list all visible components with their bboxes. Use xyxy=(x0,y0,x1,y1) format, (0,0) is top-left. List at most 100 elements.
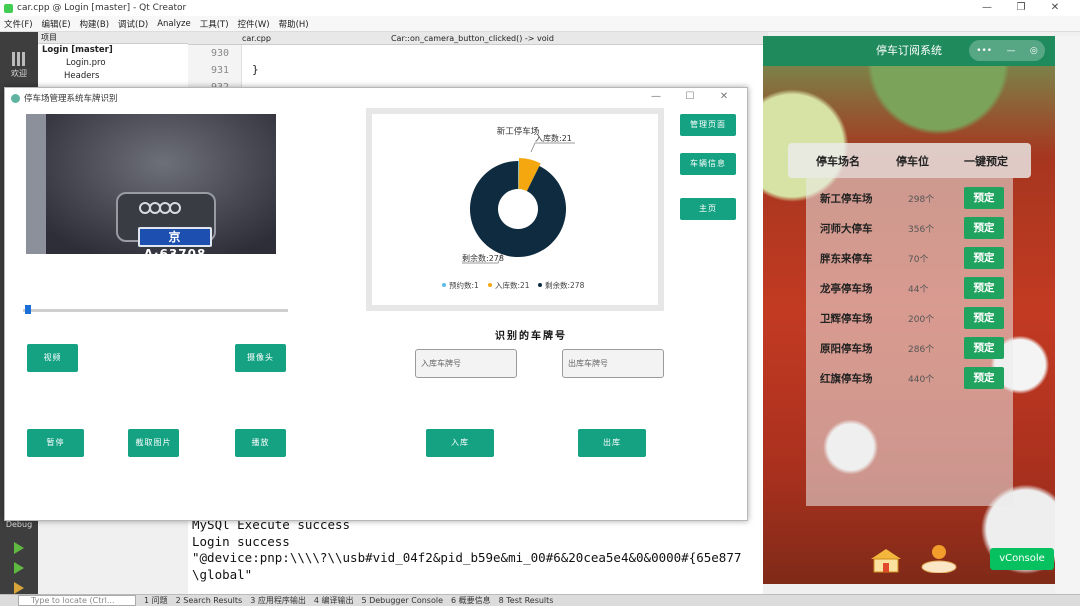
list-item: 龙亭停车场 44个 预定 xyxy=(806,276,1013,300)
pause-button[interactable]: 暂停 xyxy=(27,429,84,457)
locate-input[interactable]: Type to locate (Ctrl... xyxy=(18,595,136,606)
car-rings-logo xyxy=(139,202,191,216)
reserve-button[interactable]: 预定 xyxy=(964,367,1004,389)
pane-debugger-console[interactable]: 5 Debugger Console xyxy=(361,596,443,605)
enter-plate-input[interactable]: 入库车牌号 xyxy=(415,349,517,378)
menu-debug[interactable]: 调试(D) xyxy=(118,18,148,30)
tree-item-login[interactable]: Login [master] xyxy=(38,44,188,57)
pane-compile-output[interactable]: 4 编译输出 xyxy=(314,595,354,606)
camera-button[interactable]: 摄像头 xyxy=(235,344,286,372)
maximize-button[interactable]: ❐ xyxy=(1004,0,1038,16)
callout-label-remaining: 剩余数:278 xyxy=(462,253,504,263)
reserve-button[interactable]: 预定 xyxy=(964,247,1004,269)
lot-name: 胖东来停车 xyxy=(820,252,873,265)
menu-build[interactable]: 构建(B) xyxy=(80,18,109,30)
home-tab-icon[interactable] xyxy=(869,547,903,573)
build-hammer-icon[interactable] xyxy=(14,582,24,594)
legend-swatch xyxy=(442,283,446,287)
list-item: 新工停车场 298个 预定 xyxy=(806,186,1013,210)
parking-donut-chart: 新工停车场 入库数:21 剩余数:278 预约数:1 入库数:21 剩余数:278 xyxy=(442,126,585,290)
minimize-icon[interactable]: — xyxy=(1007,36,1016,66)
menu-analyze[interactable]: Analyze xyxy=(157,19,191,29)
status-bar: Type to locate (Ctrl... 1 问题 2 Search Re… xyxy=(0,594,1080,606)
manage-page-button[interactable]: 管理页面 xyxy=(680,114,736,136)
dialog-close-button[interactable]: ✕ xyxy=(707,91,741,102)
slider-handle[interactable] xyxy=(24,305,31,314)
profile-tab-icon[interactable] xyxy=(921,543,957,573)
menu-help[interactable]: 帮助(H) xyxy=(279,18,309,30)
menu-edit[interactable]: 编辑(E) xyxy=(42,18,71,30)
reserve-button[interactable]: 预定 xyxy=(964,187,1004,209)
dialog-minimize-button[interactable]: — xyxy=(639,91,673,102)
vconsole-button[interactable]: vConsole xyxy=(990,548,1054,570)
home-button[interactable]: 主页 xyxy=(680,198,736,220)
enter-garage-button[interactable]: 入库 xyxy=(426,429,494,457)
vehicle-info-button[interactable]: 车辆信息 xyxy=(680,153,736,175)
reserve-button[interactable]: 预定 xyxy=(964,307,1004,329)
tree-item-headers[interactable]: Headers xyxy=(38,70,188,83)
line-number: 931 xyxy=(210,65,229,76)
run-icon[interactable] xyxy=(14,542,24,554)
car-image-background xyxy=(26,114,46,254)
list-item: 卫辉停车场 200个 预定 xyxy=(806,306,1013,330)
mode-welcome-label[interactable]: 欢迎 xyxy=(0,68,38,79)
dialog-app-icon xyxy=(11,93,20,103)
pane-app-output[interactable]: 3 应用程序输出 xyxy=(250,595,306,606)
file-tab[interactable]: car.cpp xyxy=(242,32,271,44)
reserve-button[interactable]: 预定 xyxy=(964,217,1004,239)
chart-title: 新工停车场 xyxy=(497,126,540,137)
parking-subscription-phone: 停车订阅系统 ••• — ◎ 停车场名 停车位 一键预定 新工停车场 298个 … xyxy=(763,36,1055,584)
welcome-grid-icon[interactable] xyxy=(12,52,26,66)
lot-spaces: 440个 xyxy=(908,374,935,385)
qt-app-icon xyxy=(4,3,13,13)
parking-table-header: 停车场名 停车位 一键预定 xyxy=(788,143,1031,178)
close-button[interactable]: ✕ xyxy=(1038,0,1072,16)
chart-panel: 新工停车场 入库数:21 剩余数:278 预约数:1 入库数:21 剩余数:278 xyxy=(372,114,658,305)
exit-plate-input[interactable]: 出库车牌号 xyxy=(562,349,664,378)
dialog-title: 停车场管理系统车牌识别 xyxy=(24,94,118,104)
menu-widgets[interactable]: 控件(W) xyxy=(238,18,270,30)
mini-program-capsule: ••• — ◎ xyxy=(969,40,1045,61)
more-icon[interactable]: ••• xyxy=(976,36,992,66)
license-plate: 京A·63708 xyxy=(138,227,212,254)
close-target-icon[interactable]: ◎ xyxy=(1030,36,1038,66)
legend-swatch xyxy=(538,283,542,287)
list-item: 河师大停车 356个 预定 xyxy=(806,216,1013,240)
video-progress-slider[interactable] xyxy=(23,309,288,312)
output-line: "@device:pnp:\\\\?\\usb#vid_04f2&pid_b59… xyxy=(192,550,742,565)
lot-spaces: 70个 xyxy=(908,254,929,265)
mode-debug-label[interactable]: Debug xyxy=(0,520,38,529)
reserve-button[interactable]: 预定 xyxy=(964,277,1004,299)
header-reserve: 一键预定 xyxy=(964,154,1008,168)
debug-run-icon[interactable] xyxy=(14,562,24,574)
menu-tools[interactable]: 工具(T) xyxy=(200,18,229,30)
editor-right-scrollbar[interactable] xyxy=(1055,36,1080,594)
callout-line-enter xyxy=(530,142,575,153)
play-button[interactable]: 播放 xyxy=(235,429,286,457)
projects-pane-header[interactable]: 项目 xyxy=(38,32,188,44)
lot-spaces: 298个 xyxy=(908,194,935,205)
lot-name: 原阳停车场 xyxy=(820,342,873,355)
exit-garage-button[interactable]: 出库 xyxy=(578,429,646,457)
pane-general-messages[interactable]: 6 概要信息 xyxy=(451,595,491,606)
tree-item-pro[interactable]: Login.pro xyxy=(38,57,188,70)
function-crumb[interactable]: Car::on_camera_button_clicked() -> void xyxy=(391,32,554,44)
capture-image-button[interactable]: 截取图片 xyxy=(128,429,179,457)
editor-toolbar: car.cpp Car::on_camera_button_clicked() … xyxy=(188,32,768,45)
pane-test-results[interactable]: 8 Test Results xyxy=(499,596,554,605)
legend-label: 预约数:1 xyxy=(449,280,479,290)
dialog-maximize-button[interactable]: ☐ xyxy=(673,91,707,102)
menu-file[interactable]: 文件(F) xyxy=(4,18,33,30)
minimize-button[interactable]: — xyxy=(970,0,1004,16)
list-item: 原阳停车场 286个 预定 xyxy=(806,336,1013,360)
lot-name: 龙亭停车场 xyxy=(820,282,873,295)
legend-label: 入库数:21 xyxy=(495,280,530,290)
reserve-button[interactable]: 预定 xyxy=(964,337,1004,359)
video-button[interactable]: 视频 xyxy=(27,344,78,372)
lot-name: 红旗停车场 xyxy=(820,372,873,385)
lot-spaces: 200个 xyxy=(908,314,935,325)
qt-window-title: car.cpp @ Login [master] - Qt Creator xyxy=(17,3,187,13)
camera-view: 京A·63708 xyxy=(26,114,276,254)
pane-search-results[interactable]: 2 Search Results xyxy=(176,596,243,605)
pane-issues[interactable]: 1 问题 xyxy=(144,595,168,606)
